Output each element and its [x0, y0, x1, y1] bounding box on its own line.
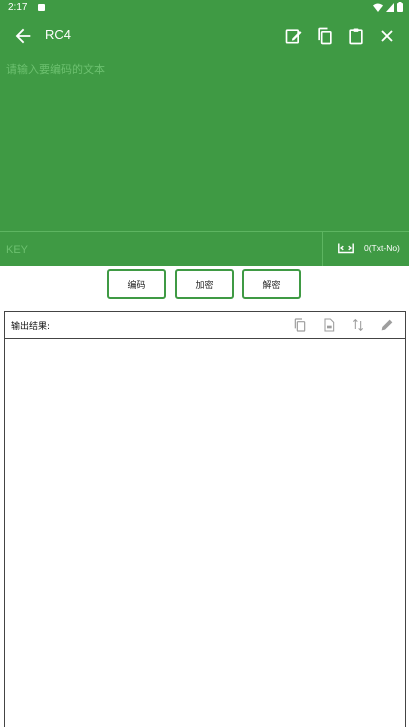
- app-bar: RC4: [0, 17, 409, 55]
- copy-icon[interactable]: [315, 26, 335, 46]
- output-header: 输出结果:: [5, 312, 405, 339]
- decrypt-button[interactable]: 解密: [242, 269, 301, 299]
- page-title: RC4: [45, 27, 72, 42]
- status-bar: 2:17: [0, 0, 409, 17]
- divider: [322, 232, 323, 266]
- key-row: 0(Txt-No): [0, 231, 409, 266]
- copy-icon[interactable]: [292, 317, 308, 333]
- close-icon[interactable]: [377, 26, 397, 46]
- encode-button[interactable]: 编码: [107, 269, 166, 299]
- input-area: [0, 55, 409, 231]
- text-input[interactable]: [6, 61, 403, 225]
- key-input[interactable]: [6, 240, 306, 260]
- status-indicators: [373, 2, 403, 12]
- back-arrow-icon[interactable]: [12, 25, 34, 47]
- code-brackets-icon[interactable]: [337, 240, 355, 256]
- doc-icon[interactable]: [321, 317, 337, 333]
- operation-buttons: 编码 加密 解密: [0, 266, 409, 304]
- key-mode-label[interactable]: 0(Txt-No): [364, 243, 400, 253]
- pencil-icon[interactable]: [379, 317, 395, 333]
- output-label: 输出结果:: [11, 322, 51, 332]
- encrypt-button[interactable]: 加密: [175, 269, 234, 299]
- swap-vert-icon[interactable]: [350, 317, 366, 333]
- output-panel: 输出结果:: [4, 311, 406, 727]
- output-text[interactable]: [5, 339, 405, 728]
- wifi-icon: [373, 3, 383, 12]
- paste-icon[interactable]: [346, 26, 366, 46]
- notification-icon: [38, 4, 45, 11]
- edit-note-icon[interactable]: [284, 26, 304, 46]
- battery-icon: [397, 2, 403, 12]
- signal-icon: [386, 2, 394, 12]
- status-time: 2:17: [8, 2, 28, 13]
